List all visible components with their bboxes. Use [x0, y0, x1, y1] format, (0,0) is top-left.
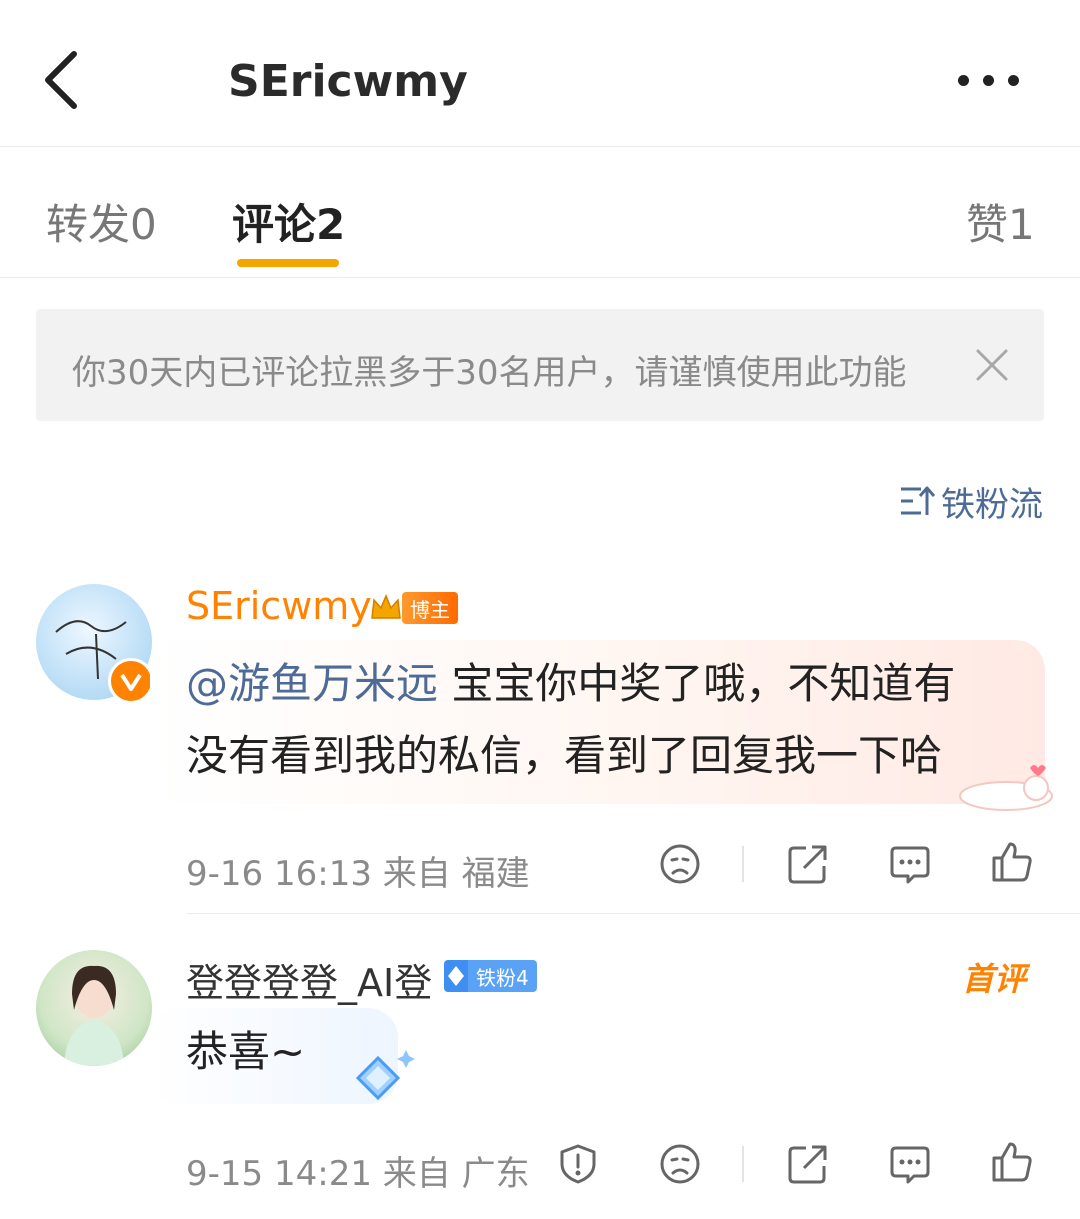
back-icon[interactable]: [38, 48, 98, 112]
sort-label: 铁粉流: [941, 484, 1043, 525]
verified-icon: [108, 658, 154, 704]
tab-likes[interactable]: 赞1: [966, 191, 1035, 252]
comment-icon[interactable]: [888, 1142, 932, 1186]
tab-comments[interactable]: 评论2: [232, 191, 345, 252]
tab-bar: 转发0 评论2 赞1: [0, 147, 1080, 278]
close-icon[interactable]: [974, 347, 1010, 383]
first-comment-tag: 首评: [962, 960, 1027, 998]
sort-icon: [901, 486, 935, 515]
divider: [742, 846, 744, 882]
comment-icon[interactable]: [888, 842, 932, 886]
cat-sticker-icon: [950, 760, 1054, 812]
like-icon[interactable]: [990, 1140, 1034, 1184]
dislike-icon[interactable]: [658, 1142, 702, 1186]
fan-badge: 铁粉4: [468, 960, 537, 992]
comment-text: 恭喜~: [186, 1027, 306, 1076]
mention-link[interactable]: @游鱼万米远: [186, 659, 438, 708]
comment-username[interactable]: 登登登登_AI登: [186, 952, 432, 1007]
comment-text: @游鱼万米远 宝宝你中奖了哦，不知道有: [186, 659, 956, 708]
comment-text-line2: 没有看到我的私信，看到了回复我一下哈: [186, 731, 943, 780]
report-icon[interactable]: [556, 1142, 600, 1186]
active-tab-indicator: [237, 259, 339, 267]
notice-banner: 你30天内已评论拉黑多于30名用户，请谨慎使用此功能: [36, 309, 1044, 421]
tab-reposts[interactable]: 转发0: [46, 191, 157, 252]
top-bar: SEricwmy: [0, 0, 1080, 147]
avatar[interactable]: [36, 950, 152, 1066]
comment-meta: 9-15 14:21 来自 广东: [186, 1154, 530, 1194]
dislike-icon[interactable]: [658, 842, 702, 886]
sort-toggle[interactable]: 铁粉流: [899, 478, 1043, 525]
page-title: SEricwmy: [228, 56, 468, 107]
divider: [742, 1146, 744, 1182]
comment-username[interactable]: SEricwmy: [186, 584, 372, 628]
more-options-icon[interactable]: [958, 62, 1038, 98]
share-icon[interactable]: [786, 842, 830, 886]
fan-diamond-icon: [444, 960, 468, 992]
diamond-sticker-icon: [340, 1046, 418, 1110]
notice-text: 你30天内已评论拉黑多于30名用户，请谨慎使用此功能: [72, 353, 907, 393]
like-icon[interactable]: [990, 840, 1034, 884]
crown-icon: [370, 592, 402, 624]
author-badge: 博主: [402, 592, 458, 624]
comment-divider: [186, 913, 1080, 914]
share-icon[interactable]: [786, 1142, 830, 1186]
comment-meta: 9-16 16:13 来自 福建: [186, 854, 530, 894]
